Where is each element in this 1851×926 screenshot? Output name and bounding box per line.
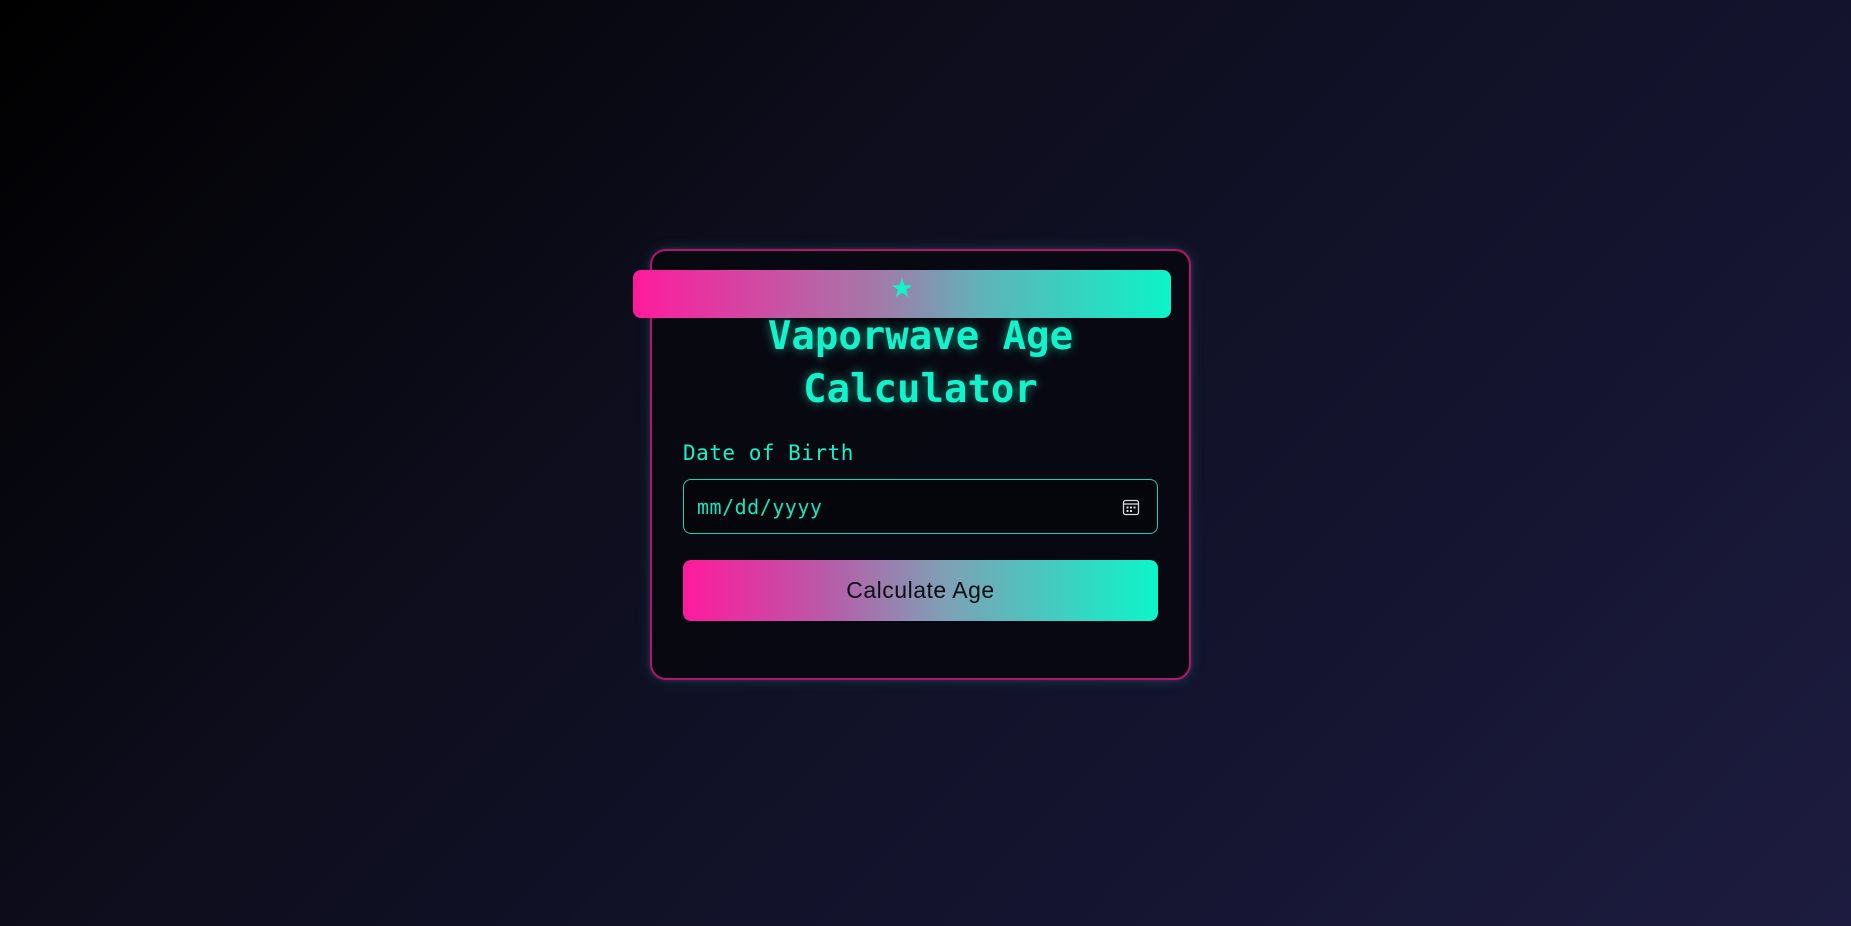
dob-input-placeholder: mm/dd/yyyy (697, 494, 823, 519)
page-title: Vaporwave Age Calculator (767, 314, 1074, 412)
dob-input[interactable]: mm/dd/yyyy (683, 479, 1158, 534)
dob-label: Date of Birth (683, 441, 854, 465)
star-icon (892, 278, 912, 297)
calendar-icon[interactable] (1121, 497, 1141, 517)
calculate-age-button[interactable]: Calculate Age (683, 560, 1158, 621)
